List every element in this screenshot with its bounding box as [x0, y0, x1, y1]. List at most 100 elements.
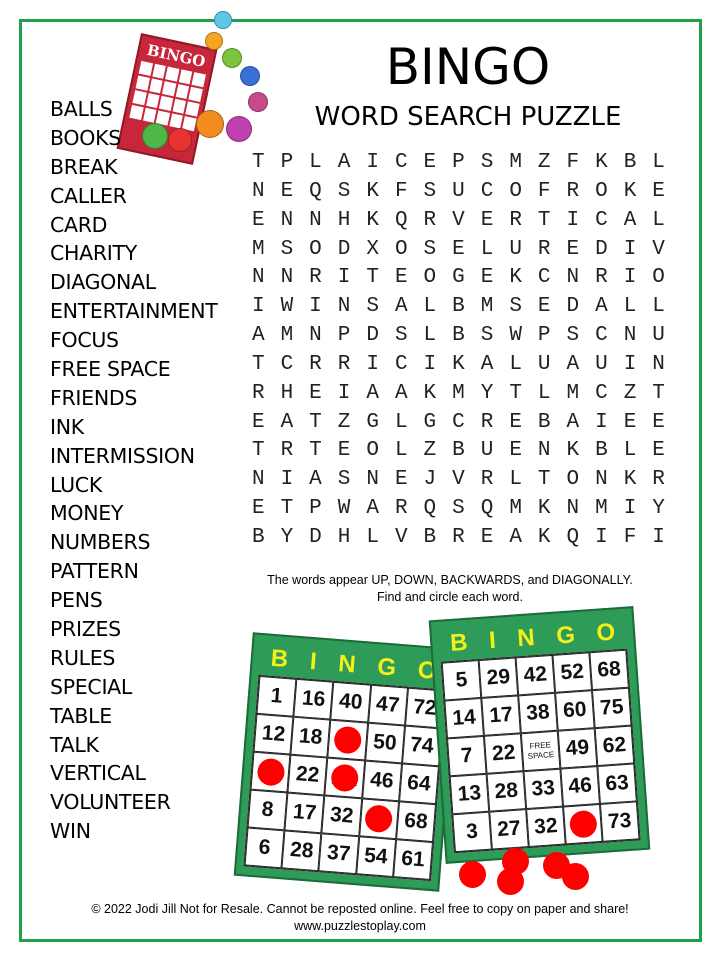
grid-letter[interactable]: K: [616, 466, 645, 495]
grid-letter[interactable]: L: [387, 409, 416, 438]
grid-letter[interactable]: E: [644, 437, 673, 466]
grid-letter[interactable]: C: [444, 409, 473, 438]
grid-letter[interactable]: B: [444, 293, 473, 322]
grid-letter[interactable]: N: [616, 322, 645, 351]
grid-letter[interactable]: F: [530, 178, 559, 207]
grid-letter[interactable]: A: [387, 293, 416, 322]
grid-letter[interactable]: E: [644, 178, 673, 207]
grid-letter[interactable]: E: [244, 207, 273, 236]
grid-letter[interactable]: D: [587, 236, 616, 265]
grid-letter[interactable]: L: [644, 293, 673, 322]
grid-letter[interactable]: L: [301, 149, 330, 178]
grid-letter[interactable]: U: [501, 236, 530, 265]
grid-letter[interactable]: O: [501, 178, 530, 207]
grid-letter[interactable]: M: [587, 495, 616, 524]
grid-letter[interactable]: A: [501, 524, 530, 553]
grid-letter[interactable]: N: [559, 495, 588, 524]
grid-letter[interactable]: N: [244, 264, 273, 293]
grid-letter[interactable]: K: [530, 495, 559, 524]
grid-letter[interactable]: U: [644, 322, 673, 351]
grid-letter[interactable]: R: [501, 207, 530, 236]
grid-letter[interactable]: D: [559, 293, 588, 322]
grid-letter[interactable]: T: [530, 207, 559, 236]
grid-letter[interactable]: K: [530, 524, 559, 553]
grid-letter[interactable]: L: [644, 149, 673, 178]
grid-letter[interactable]: L: [501, 351, 530, 380]
grid-letter[interactable]: C: [587, 322, 616, 351]
grid-letter[interactable]: R: [559, 178, 588, 207]
grid-letter[interactable]: N: [301, 207, 330, 236]
grid-letter[interactable]: G: [358, 409, 387, 438]
grid-letter[interactable]: R: [330, 351, 359, 380]
grid-letter[interactable]: A: [358, 495, 387, 524]
grid-letter[interactable]: E: [616, 409, 645, 438]
grid-letter[interactable]: R: [273, 437, 302, 466]
grid-letter[interactable]: A: [301, 466, 330, 495]
grid-letter[interactable]: V: [387, 524, 416, 553]
grid-letter[interactable]: L: [530, 380, 559, 409]
grid-letter[interactable]: Y: [273, 524, 302, 553]
grid-letter[interactable]: E: [530, 293, 559, 322]
grid-letter[interactable]: I: [358, 149, 387, 178]
grid-letter[interactable]: A: [559, 351, 588, 380]
grid-letter[interactable]: E: [387, 264, 416, 293]
grid-letter[interactable]: A: [587, 293, 616, 322]
grid-letter[interactable]: I: [587, 524, 616, 553]
grid-letter[interactable]: G: [444, 264, 473, 293]
grid-letter[interactable]: C: [587, 380, 616, 409]
grid-letter[interactable]: P: [444, 149, 473, 178]
grid-letter[interactable]: L: [416, 322, 445, 351]
grid-letter[interactable]: F: [559, 149, 588, 178]
grid-letter[interactable]: G: [416, 409, 445, 438]
grid-letter[interactable]: K: [358, 178, 387, 207]
grid-letter[interactable]: T: [244, 351, 273, 380]
grid-letter[interactable]: D: [301, 524, 330, 553]
grid-letter[interactable]: T: [501, 380, 530, 409]
grid-letter[interactable]: C: [273, 351, 302, 380]
grid-letter[interactable]: L: [616, 437, 645, 466]
grid-letter[interactable]: E: [387, 466, 416, 495]
grid-letter[interactable]: N: [244, 178, 273, 207]
grid-letter[interactable]: T: [301, 437, 330, 466]
grid-letter[interactable]: B: [444, 437, 473, 466]
grid-letter[interactable]: F: [387, 178, 416, 207]
grid-letter[interactable]: D: [358, 322, 387, 351]
grid-letter[interactable]: L: [416, 293, 445, 322]
grid-letter[interactable]: T: [358, 264, 387, 293]
grid-letter[interactable]: T: [644, 380, 673, 409]
grid-letter[interactable]: Z: [530, 149, 559, 178]
grid-letter[interactable]: B: [616, 149, 645, 178]
grid-letter[interactable]: V: [444, 466, 473, 495]
grid-letter[interactable]: L: [616, 293, 645, 322]
grid-letter[interactable]: O: [559, 466, 588, 495]
grid-letter[interactable]: Y: [473, 380, 502, 409]
grid-letter[interactable]: U: [444, 178, 473, 207]
grid-letter[interactable]: H: [330, 207, 359, 236]
grid-letter[interactable]: C: [387, 149, 416, 178]
grid-letter[interactable]: I: [330, 264, 359, 293]
grid-letter[interactable]: N: [358, 466, 387, 495]
grid-letter[interactable]: R: [473, 466, 502, 495]
grid-letter[interactable]: C: [587, 207, 616, 236]
grid-letter[interactable]: Z: [416, 437, 445, 466]
grid-letter[interactable]: A: [387, 380, 416, 409]
grid-letter[interactable]: X: [358, 236, 387, 265]
grid-letter[interactable]: E: [330, 437, 359, 466]
grid-letter[interactable]: R: [416, 207, 445, 236]
grid-letter[interactable]: A: [559, 409, 588, 438]
grid-letter[interactable]: B: [416, 524, 445, 553]
grid-letter[interactable]: E: [444, 236, 473, 265]
grid-letter[interactable]: S: [559, 322, 588, 351]
grid-letter[interactable]: M: [501, 495, 530, 524]
grid-letter[interactable]: N: [587, 466, 616, 495]
grid-letter[interactable]: R: [473, 409, 502, 438]
grid-letter[interactable]: Q: [301, 178, 330, 207]
grid-letter[interactable]: K: [444, 351, 473, 380]
grid-letter[interactable]: F: [616, 524, 645, 553]
grid-letter[interactable]: Q: [416, 495, 445, 524]
grid-letter[interactable]: N: [530, 437, 559, 466]
grid-letter[interactable]: W: [501, 322, 530, 351]
grid-letter[interactable]: Q: [473, 495, 502, 524]
grid-letter[interactable]: L: [358, 524, 387, 553]
grid-letter[interactable]: E: [416, 149, 445, 178]
